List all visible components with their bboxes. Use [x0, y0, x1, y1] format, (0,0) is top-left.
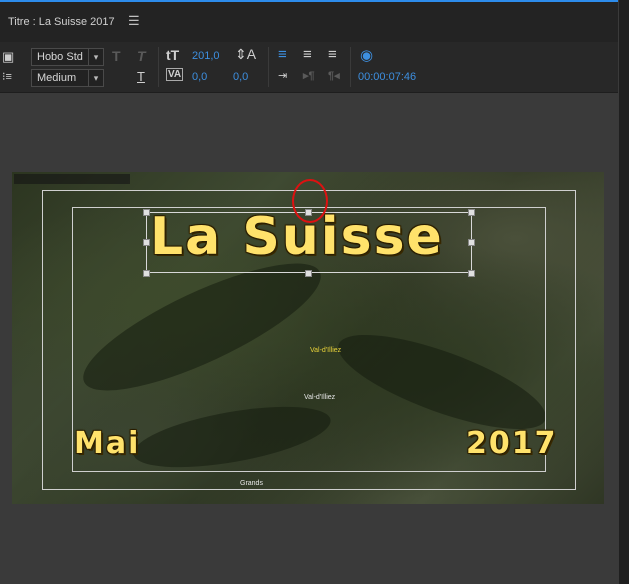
resize-handle[interactable] [143, 270, 150, 277]
font-style-value: Medium [37, 72, 77, 84]
align-center-icon[interactable]: ≡ [303, 46, 312, 63]
map-label-town: Val-d'Illiez [304, 394, 336, 401]
font-family-select[interactable]: Hobo Std ▾ [31, 48, 104, 66]
panel-scrollbar[interactable] [618, 0, 629, 584]
font-size-icon: tT [166, 47, 180, 63]
divider [268, 47, 269, 87]
divider [350, 47, 351, 87]
kerning-value[interactable]: 0,0 [192, 71, 207, 83]
tab-stops-icon[interactable]: ⁝≡ [2, 70, 12, 83]
divider [158, 47, 159, 87]
text-frame-icon[interactable]: ▣ [2, 49, 14, 65]
kerning-icon: VA [166, 68, 184, 81]
font-size-value[interactable]: 201,0 [192, 50, 220, 62]
chevron-down-icon: ▾ [88, 49, 103, 65]
underline-icon[interactable]: T [137, 69, 145, 84]
chevron-down-icon: ▾ [88, 70, 103, 86]
resize-handle[interactable] [468, 270, 475, 277]
tab-align-right-icon[interactable]: ¶◂ [328, 69, 340, 82]
panel-title[interactable]: Titre : La Suisse 2017 [8, 16, 115, 28]
font-style-select[interactable]: Medium ▾ [31, 69, 104, 87]
resize-handle[interactable] [468, 209, 475, 216]
resize-handle[interactable] [143, 239, 150, 246]
align-left-icon[interactable]: ≡ [278, 46, 287, 63]
font-family-value: Hobo Std [37, 51, 83, 63]
resize-handle[interactable] [143, 209, 150, 216]
tab-icon[interactable]: ⇥ [278, 69, 287, 82]
map-label-town: Val-d'Illiez [310, 347, 342, 354]
resize-handle[interactable] [305, 270, 312, 277]
timecode[interactable]: 00:00:07:46 [358, 71, 416, 83]
title-toolbar: ▣ ⁝≡ Hobo Std ▾ Medium ▾ T T T tT 201,0 … [0, 42, 619, 93]
title-left-text[interactable]: Mai [74, 426, 140, 461]
map-label-town: Grands [240, 480, 263, 487]
show-video-icon[interactable]: ◉ [360, 46, 373, 64]
bold-t-icon[interactable]: T [112, 48, 121, 64]
map-toolbar [14, 174, 130, 184]
title-right-text[interactable]: 2017 [466, 426, 558, 461]
panel-header: Titre : La Suisse 2017 ☰ [0, 0, 629, 42]
resize-handle[interactable] [468, 239, 475, 246]
align-right-icon[interactable]: ≡ [328, 46, 337, 63]
italic-t-icon[interactable]: T [137, 48, 146, 64]
tab-align-icon[interactable]: ▸¶ [303, 69, 315, 82]
leading-value[interactable]: 0,0 [233, 71, 248, 83]
leading-icon: ⇕A [235, 46, 257, 62]
hamburger-icon[interactable]: ☰ [128, 13, 140, 29]
highlight-circle [292, 179, 328, 223]
